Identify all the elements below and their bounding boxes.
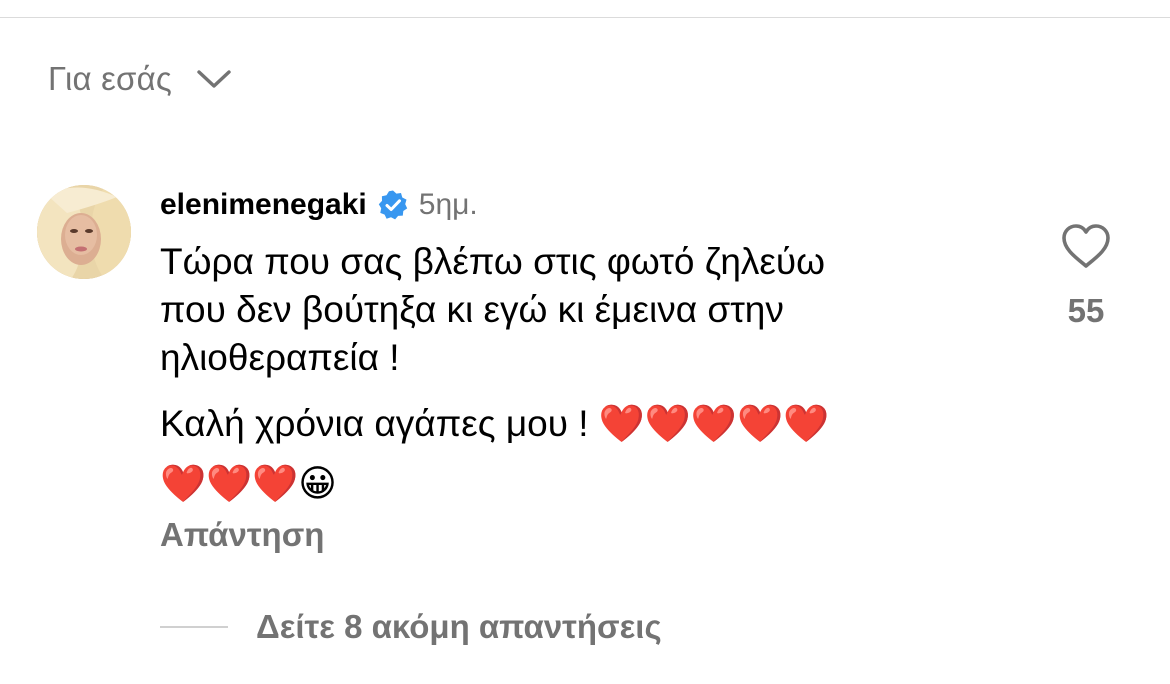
comment-meta: elenimenegaki 5ημ. [160, 182, 1020, 228]
top-divider [0, 17, 1170, 18]
view-more-replies-label: Δείτε 8 ακόμη απαντήσεις [256, 608, 662, 645]
avatar[interactable] [37, 185, 131, 279]
verified-badge-icon [377, 189, 409, 221]
view-more-replies-button[interactable]: Δείτε 8 ακόμη απαντήσεις [160, 608, 662, 646]
comments-filter-dropdown[interactable]: Για εσάς [48, 56, 232, 102]
like-count: 55 [1067, 292, 1105, 329]
chevron-down-icon [196, 67, 232, 91]
comment-text-second-paragraph: Καλή χρόνια αγάπες μου ! ❤️❤️❤️❤️❤️ ❤️❤️… [160, 403, 830, 504]
heart-outline-icon [1062, 224, 1110, 268]
filter-label: Για εσάς [48, 60, 172, 97]
comment-timestamp: 5ημ. [418, 188, 478, 221]
comment: elenimenegaki 5ημ. Τώρα που σας βλέπω στ… [160, 182, 1020, 514]
comment-username[interactable]: elenimenegaki [160, 188, 367, 222]
reply-button[interactable]: Απάντηση [160, 516, 324, 554]
replies-divider-line [160, 626, 228, 628]
like-button[interactable]: 55 [1060, 222, 1112, 330]
comment-text: Τώρα που σας βλέπω στις φωτό ζηλεύω που … [160, 241, 826, 378]
